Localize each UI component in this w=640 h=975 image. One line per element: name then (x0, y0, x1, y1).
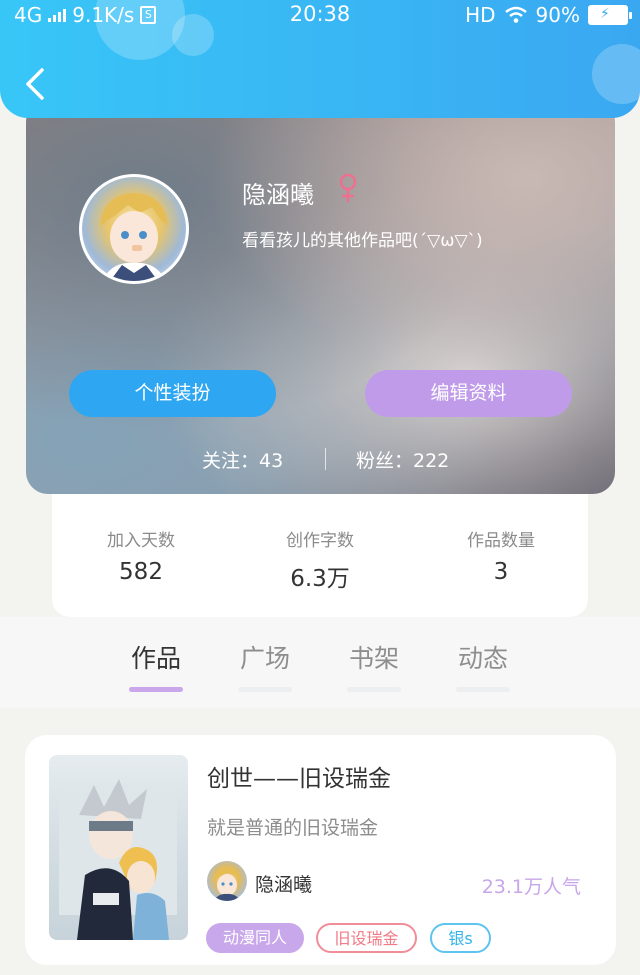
follow-row: 关注：43 粉丝：222 (26, 444, 615, 474)
work-title[interactable]: 创世——旧设瑞金 (207, 759, 391, 793)
status-bar: 4G 9.1K/s S 20:38 HD 90% ⚡ (0, 0, 640, 32)
tab-indicator (129, 687, 183, 692)
chevron-left-icon (26, 68, 44, 100)
work-cover[interactable] (49, 755, 188, 940)
decor-bubble (592, 44, 640, 104)
tab-works[interactable]: 作品 (121, 639, 191, 692)
tab-bookshelf[interactable]: 书架 (339, 639, 409, 692)
stat-label: 作品数量 (467, 531, 535, 551)
stat-join-days: 加入天数 582 (61, 526, 221, 585)
female-icon (339, 173, 357, 202)
stat-work-count: 作品数量 3 (421, 526, 581, 585)
username: 隐涵曦 (242, 181, 314, 209)
top-header: 4G 9.1K/s S 20:38 HD 90% ⚡ (0, 0, 640, 118)
tag-silver[interactable]: 银s (430, 923, 491, 953)
work-card[interactable]: 创世——旧设瑞金 就是普通的旧设瑞金 隐涵曦 23.1万人气 动漫同人 旧设瑞金… (25, 735, 616, 965)
stat-value: 582 (119, 559, 163, 585)
avatar[interactable] (79, 174, 189, 284)
signature: 看看孩儿的其他作品吧(´▽ω▽`) (242, 231, 483, 251)
stat-value: 3 (493, 559, 509, 585)
tab-indicator (456, 687, 510, 692)
popularity: 23.1万人气 (481, 876, 581, 898)
stat-value: 6.3万 (290, 566, 350, 592)
author-name[interactable]: 隐涵曦 (255, 870, 312, 897)
stat-word-count: 创作字数 6.3万 (240, 526, 400, 593)
cover-art (59, 779, 177, 940)
following-count[interactable]: 关注：43 (202, 446, 283, 473)
tab-activity[interactable]: 动态 (448, 639, 518, 692)
divider (325, 448, 326, 470)
tab-label: 书架 (348, 644, 399, 673)
followers-count[interactable]: 粉丝：222 (356, 446, 449, 473)
tab-label: 广场 (239, 644, 290, 673)
battery-charging-icon: ⚡ (588, 5, 632, 25)
profile-card: 隐涵曦 看看孩儿的其他作品吧(´▽ω▽`) 个性装扮 编辑资料 关注：43 粉丝… (26, 100, 615, 494)
wifi-icon (504, 6, 527, 23)
tab-bar: 作品 广场 书架 动态 (0, 617, 640, 708)
edit-profile-button[interactable]: 编辑资料 (365, 370, 572, 417)
tab-label: 动态 (457, 644, 508, 673)
tab-indicator (347, 687, 401, 692)
hd-indicator: HD (465, 3, 496, 27)
author-avatar[interactable] (207, 861, 247, 901)
decorate-button[interactable]: 个性装扮 (69, 370, 276, 417)
stat-label: 加入天数 (107, 531, 175, 551)
avatar-art (100, 193, 168, 281)
work-description: 就是普通的旧设瑞金 (207, 817, 379, 839)
tag-old-design[interactable]: 旧设瑞金 (316, 923, 417, 953)
stat-label: 创作字数 (286, 531, 354, 551)
tab-label: 作品 (130, 644, 181, 673)
author-avatar-art (213, 867, 241, 901)
tab-square[interactable]: 广场 (230, 639, 300, 692)
tab-indicator (238, 687, 292, 692)
back-button[interactable] (22, 64, 52, 104)
battery-percent: 90% (535, 3, 580, 27)
tag-anime-fanfic[interactable]: 动漫同人 (206, 923, 304, 953)
